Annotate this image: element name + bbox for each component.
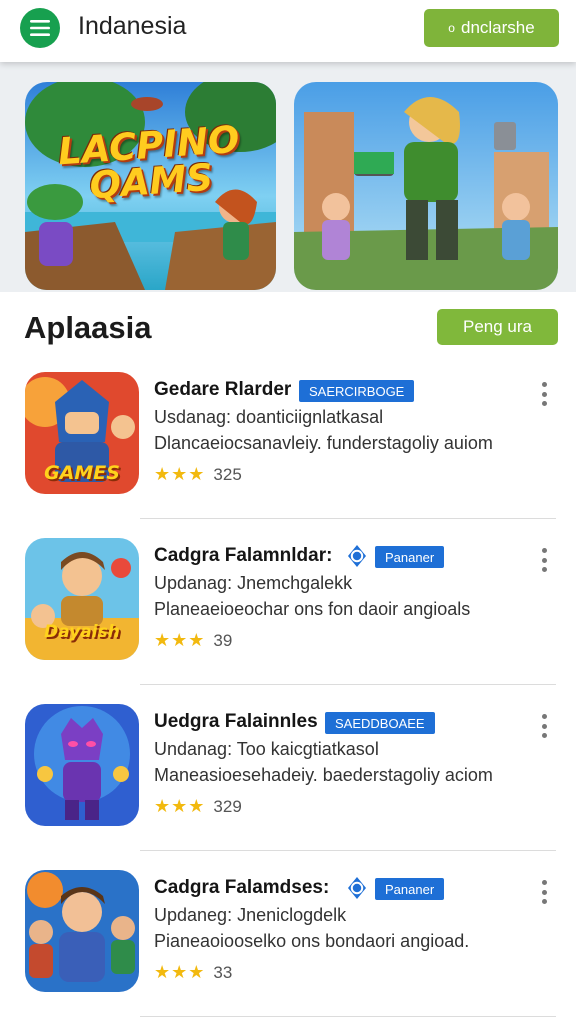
- app-description: Planeaeioeochar ons fon daoir angioals: [154, 599, 471, 619]
- app-icon-text: GAMES: [44, 462, 120, 484]
- app-rating: ★★★ 33: [154, 962, 232, 983]
- verified-icon: [348, 877, 366, 899]
- divider: [140, 850, 556, 851]
- more-options-icon[interactable]: [536, 880, 552, 904]
- app-badge: SAERCIRBOGE: [299, 380, 415, 402]
- rating-count: 33: [213, 962, 233, 982]
- app-update-text: Usdanag: doanticiignlatkasal: [154, 407, 384, 427]
- app-icon-text: Dayaish: [44, 622, 120, 642]
- app-name: Uedgra Falainnles: [154, 711, 318, 732]
- hero-scene-illustration: [294, 82, 558, 290]
- rating-count: 329: [213, 796, 242, 816]
- verified-icon: [348, 545, 366, 567]
- header-action-button[interactable]: o dnclarshe: [424, 9, 559, 47]
- app-icon: [25, 704, 139, 826]
- app-update-text: Updaneg: Jneniclogdelk: [154, 905, 347, 925]
- star-rating-icon: ★★★: [154, 464, 206, 484]
- app-badge: SAEDDBOAEE: [325, 712, 435, 734]
- more-options-icon[interactable]: [536, 714, 552, 738]
- list-item[interactable]: GAMES Gedare Rlarder SAERCIRBOGE Usdanag…: [0, 372, 576, 538]
- star-rating-icon: ★★★: [154, 630, 206, 650]
- divider: [140, 518, 556, 519]
- featured-banner-1[interactable]: LACPINO QAMS: [25, 82, 276, 290]
- app-badge: Pananer: [375, 878, 445, 900]
- app-rating: ★★★ 325: [154, 464, 242, 485]
- app-title: Indanesia: [78, 12, 187, 40]
- app-description: Pianeaoiooselko ons bondaori angioad.: [154, 931, 470, 951]
- app-name: Gedare Rlarder: [154, 379, 292, 400]
- app-name: Cadgra Falamdses:: [154, 877, 330, 898]
- more-options-icon[interactable]: [536, 548, 552, 572]
- star-rating-icon: ★★★: [154, 796, 206, 816]
- app-update-text: Undanag: Too kaicgtiatkasol: [154, 739, 379, 759]
- app-description: Maneasioesehadeiy. baederstagoliy aciom: [154, 765, 493, 785]
- app-rating: ★★★ 329: [154, 796, 242, 817]
- banner-title: LACPINO QAMS: [56, 117, 241, 208]
- divider: [140, 684, 556, 685]
- circle-icon: o: [448, 21, 455, 35]
- heroes-group-icon: [25, 870, 139, 992]
- header-action-label: dnclarshe: [460, 18, 535, 37]
- purple-warrior-icon: [25, 704, 139, 826]
- app-update-text: Updanag: Jnemchgalekk: [154, 573, 353, 593]
- star-rating-icon: ★★★: [154, 962, 206, 982]
- app-description: Dlancaeiocsanavleiy. funderstagoliy auio…: [154, 433, 493, 453]
- divider: [140, 1016, 556, 1017]
- more-options-icon[interactable]: [536, 382, 552, 406]
- app-icon: [25, 870, 139, 992]
- rating-count: 325: [213, 464, 242, 484]
- app-rating: ★★★ 39: [154, 630, 232, 651]
- top-app-bar: Indanesia o dnclarshe: [0, 0, 576, 62]
- rating-count: 39: [213, 630, 233, 650]
- featured-banner-2[interactable]: [294, 82, 558, 290]
- list-item[interactable]: Uedgra Falainnles SAEDDBOAEE Undanag: To…: [0, 704, 576, 870]
- app-icon: Dayaish: [25, 538, 139, 660]
- app-badge: Pananer: [375, 546, 445, 568]
- banner-carousel: LACPINO QAMS: [0, 62, 576, 292]
- section-title: Aplaasia: [24, 310, 152, 345]
- app-icon: GAMES: [25, 372, 139, 494]
- list-item[interactable]: Cadgra Falamdses: Pananer Updaneg: Jneni…: [0, 870, 576, 1024]
- menu-icon: [30, 20, 50, 36]
- app-name: Cadgra Falamnldar:: [154, 545, 333, 566]
- section-action-button[interactable]: Peng ura: [437, 309, 558, 345]
- menu-button[interactable]: [20, 8, 60, 48]
- list-item[interactable]: Dayaish Cadgra Falamnldar: Pananer Updan…: [0, 538, 576, 704]
